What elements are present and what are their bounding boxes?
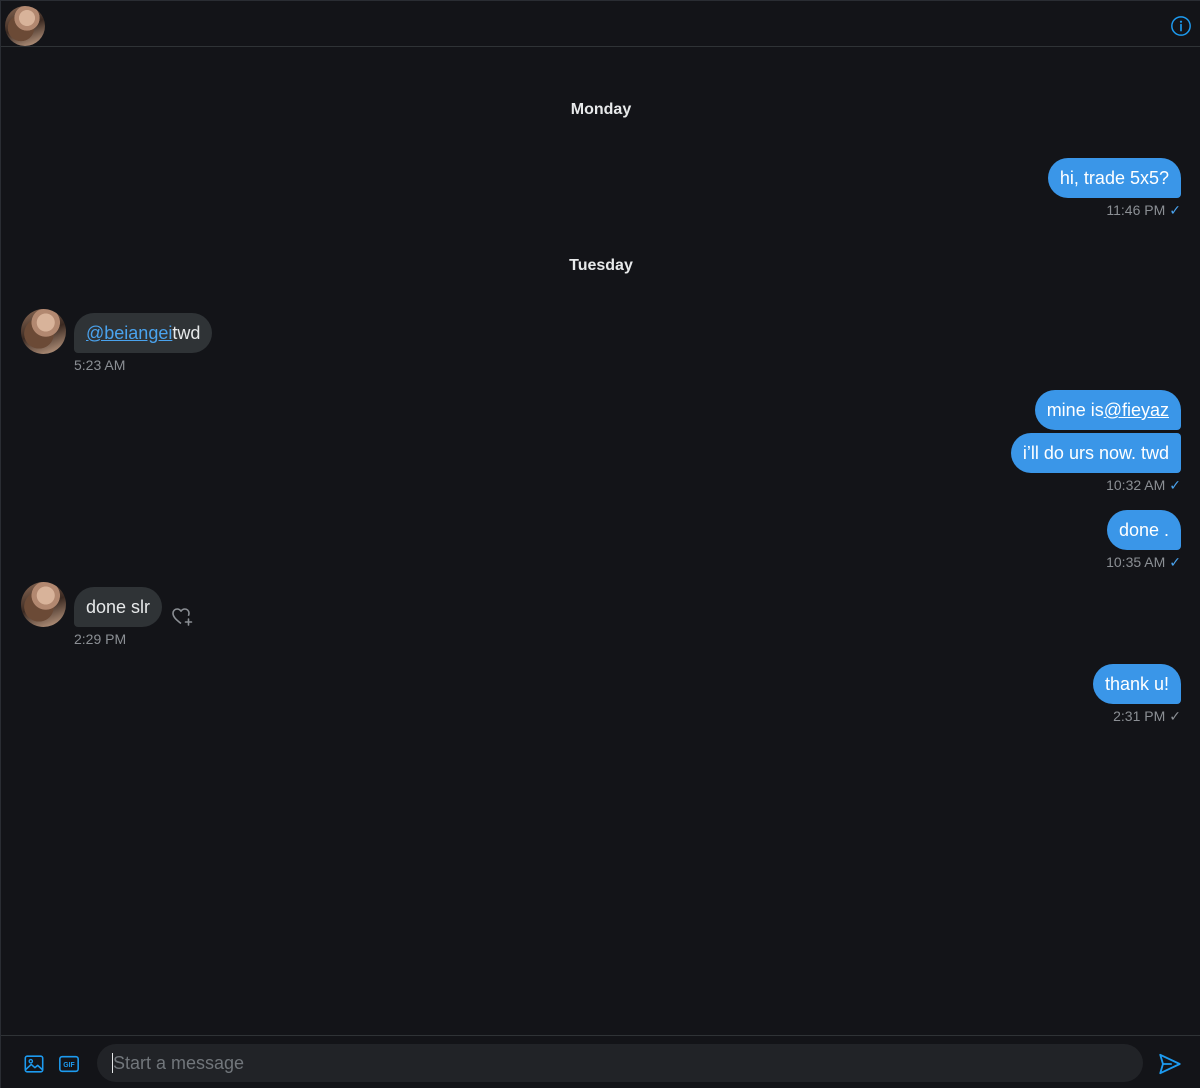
mention-link[interactable]: @beiangei <box>86 323 172 343</box>
sent-check-icon: ✓ <box>1169 477 1181 493</box>
message-text: twd <box>172 323 201 343</box>
avatar[interactable] <box>21 582 66 627</box>
message-bubble-incoming[interactable]: done slr <box>74 587 163 627</box>
day-separator: Monday <box>570 101 632 118</box>
message-input[interactable] <box>97 1044 1143 1082</box>
message-text: i’ll do urs now. twd <box>1022 443 1169 463</box>
avatar[interactable] <box>5 6 45 46</box>
message-bubble-outgoing[interactable]: done . <box>1106 510 1181 550</box>
message-composer: GIF <box>1 1035 1200 1088</box>
send-button[interactable] <box>1157 1051 1183 1077</box>
message-bubble-outgoing[interactable]: mine is @fieyaz <box>1034 390 1181 430</box>
day-separator: Tuesday <box>569 257 633 274</box>
add-reaction-button[interactable] <box>170 604 194 628</box>
message-meta: 11:46 PM ✓ <box>1106 202 1181 219</box>
message-meta: 2:31 PM ✓ <box>1113 708 1181 725</box>
message-text: done slr <box>86 597 151 617</box>
heart-plus-icon <box>172 608 193 626</box>
send-icon <box>1159 1053 1181 1075</box>
sent-check-icon: ✓ <box>1169 554 1181 570</box>
message-input-wrapper <box>97 1044 1143 1082</box>
message-bubble-outgoing[interactable]: thank u! <box>1092 664 1181 704</box>
info-button[interactable] <box>1169 14 1193 38</box>
message-timestamp: 10:32 AM <box>1106 477 1166 493</box>
message-bubble-incoming[interactable]: @beiangei twd <box>74 313 213 353</box>
add-gif-button[interactable]: GIF <box>57 1052 81 1076</box>
message-timestamp: 2:31 PM <box>1113 708 1166 724</box>
message-timestamp: 10:35 AM <box>1106 554 1166 570</box>
message-timestamp: 11:46 PM <box>1106 202 1166 218</box>
add-image-button[interactable] <box>22 1052 46 1076</box>
sent-check-icon: ✓ <box>1169 202 1181 218</box>
dm-conversation-window: Monday hi, trade 5x5? 11:46 PM ✓ Tuesday … <box>0 0 1200 1088</box>
gif-label: GIF <box>63 1062 74 1069</box>
mention-link[interactable]: @fieyaz <box>1104 400 1169 420</box>
text-caret <box>112 1053 113 1073</box>
sent-check-icon: ✓ <box>1169 708 1181 724</box>
message-timestamp: 2:29 PM <box>74 631 127 647</box>
message-text: thank u! <box>1104 674 1169 694</box>
info-icon <box>1171 16 1191 36</box>
gif-icon: GIF <box>59 1055 79 1073</box>
message-text: mine is <box>1046 400 1104 420</box>
message-text: done . <box>1118 520 1169 540</box>
message-meta: 10:35 AM ✓ <box>1106 554 1181 571</box>
image-icon <box>24 1055 44 1073</box>
avatar[interactable] <box>21 309 66 354</box>
message-bubble-outgoing[interactable]: hi, trade 5x5? <box>1047 158 1181 198</box>
message-bubble-outgoing[interactable]: i’ll do urs now. twd <box>1010 433 1181 473</box>
message-meta: 10:32 AM ✓ <box>1106 477 1181 494</box>
message-text: hi, trade 5x5? <box>1059 168 1169 188</box>
conversation-header <box>1 5 1200 47</box>
message-timestamp: 5:23 AM <box>74 357 126 373</box>
